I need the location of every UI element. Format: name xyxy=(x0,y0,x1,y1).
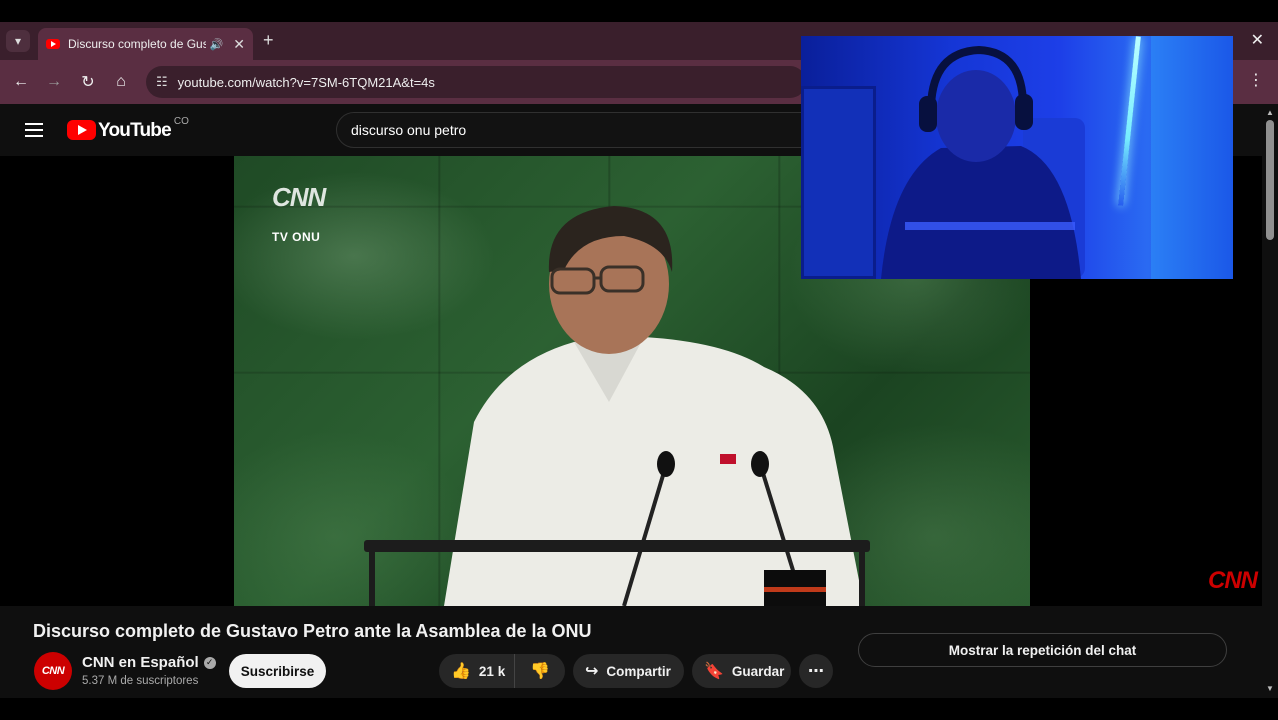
channel-name-text[interactable]: CNN en Español xyxy=(82,654,199,671)
webcam-overlay xyxy=(801,36,1233,279)
url-text[interactable]: youtube.com/watch?v=7SM-6TQM21A&t=4s xyxy=(178,75,435,90)
scroll-down-icon[interactable]: ▼ xyxy=(1266,684,1274,693)
thumbs-down-icon: 👎 xyxy=(530,663,550,680)
video-title: Discurso completo de Gustavo Petro ante … xyxy=(33,621,592,641)
more-actions-button[interactable]: ⋯ xyxy=(799,654,833,688)
youtube-play-icon xyxy=(67,120,96,140)
tab-title: Discurso completo de Gustavo xyxy=(68,37,206,51)
webcam-wall xyxy=(1151,36,1233,279)
dislike-button[interactable]: 👎 xyxy=(515,661,565,681)
back-button[interactable]: ← xyxy=(10,71,32,93)
like-button[interactable]: 👍 21 k xyxy=(439,654,515,688)
youtube-logo[interactable]: YouTube CO xyxy=(67,116,189,142)
subscribe-button[interactable]: Suscribirse xyxy=(229,654,326,688)
thumbs-up-icon: 👍 xyxy=(451,663,471,680)
subscriber-count: 5.37 M de suscriptores xyxy=(82,675,199,687)
window-close-button[interactable]: ✕ xyxy=(1251,30,1264,50)
page-scrollbar[interactable]: ▲ ▼ xyxy=(1262,104,1278,698)
hamburger-menu-icon[interactable] xyxy=(25,123,43,137)
scroll-thumb[interactable] xyxy=(1266,120,1274,240)
bookmark-icon: 🔖 xyxy=(704,663,724,680)
cnn-watermark: CNN xyxy=(272,182,326,212)
tab-list-button[interactable]: ▾ xyxy=(6,30,30,52)
webcam-door xyxy=(801,86,876,279)
bottom-letterbox xyxy=(0,698,1278,720)
reload-button[interactable]: ↻ xyxy=(77,71,99,93)
cnn-corner-logo: CNN xyxy=(1208,567,1258,594)
chat-replay-button[interactable]: Mostrar la repetición del chat xyxy=(858,633,1227,667)
like-count: 21 k xyxy=(478,663,506,679)
channel-avatar[interactable]: CNN xyxy=(34,652,72,690)
like-dislike-group: 👍 21 k 👎 xyxy=(439,654,565,688)
verified-check-icon: ✓ xyxy=(203,656,216,669)
share-label: Compartir xyxy=(606,663,671,679)
webcam-led-strip xyxy=(1118,36,1141,206)
speaker-icon[interactable]: 🔊 xyxy=(210,38,224,51)
site-info-icon[interactable]: ☷ xyxy=(156,74,168,90)
home-button[interactable]: ⌂ xyxy=(110,71,132,93)
share-icon: ↪ xyxy=(585,663,599,680)
close-tab-icon[interactable]: ✕ xyxy=(233,36,245,53)
address-bar[interactable]: ☷ youtube.com/watch?v=7SM-6TQM21A&t=4s xyxy=(146,66,806,98)
new-tab-button[interactable]: + xyxy=(263,30,274,51)
share-button[interactable]: ↪ Compartir xyxy=(573,654,684,688)
country-code: CO xyxy=(173,116,189,127)
video-info: Discurso completo de Gustavo Petro ante … xyxy=(0,606,1262,698)
source-label: TV ONU xyxy=(272,230,321,244)
search-input[interactable]: discurso onu petro xyxy=(336,112,816,148)
youtube-favicon-icon xyxy=(46,39,60,49)
browser-menu-button[interactable]: ⋮ xyxy=(1248,70,1264,90)
chevron-down-icon: ▾ xyxy=(14,34,22,48)
scroll-up-icon[interactable]: ▲ xyxy=(1266,108,1274,117)
forward-button[interactable]: → xyxy=(43,71,65,93)
channel-name[interactable]: CNN en Español ✓ xyxy=(82,654,216,671)
save-button[interactable]: 🔖 Guardar xyxy=(692,654,791,688)
youtube-wordmark: YouTube xyxy=(98,120,172,141)
save-label: Guardar xyxy=(731,663,785,679)
webcam-person xyxy=(881,45,1081,279)
browser-tab-active[interactable]: Discurso completo de Gustavo 🔊 ✕ xyxy=(38,28,253,60)
more-icon: ⋯ xyxy=(808,663,824,680)
